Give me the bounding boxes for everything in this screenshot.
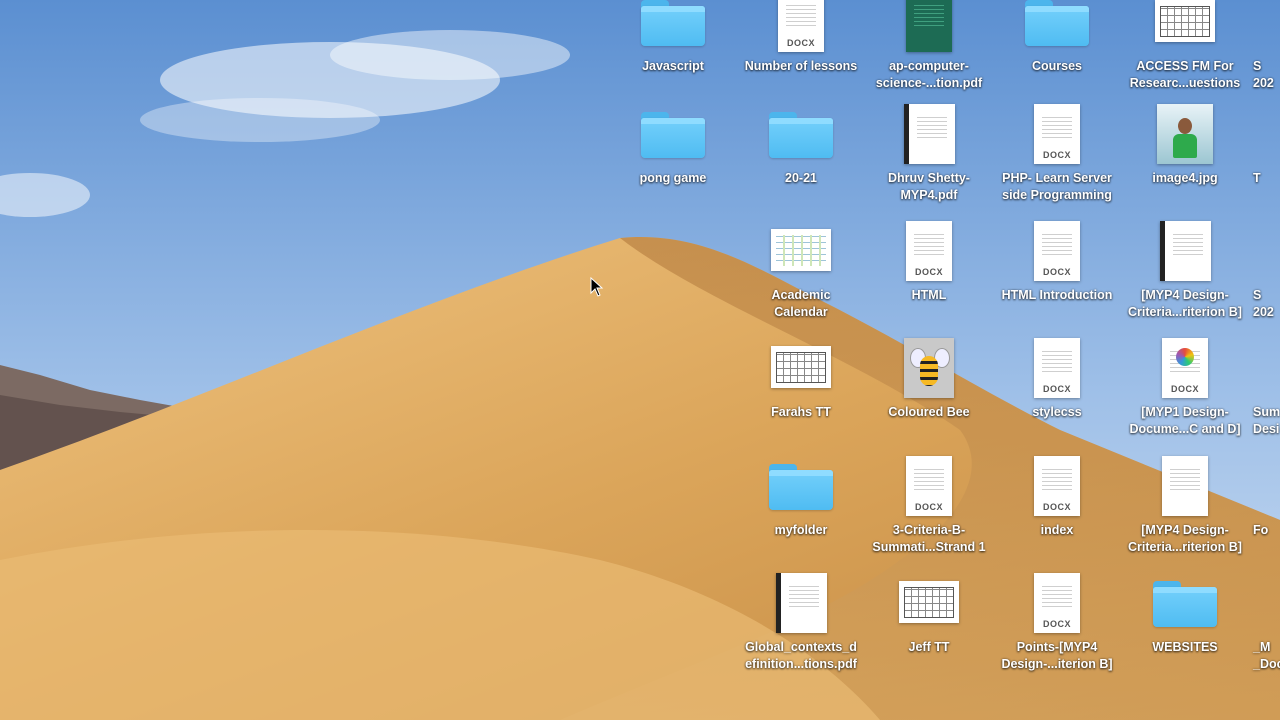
desktop-icon-label: [MYP4 Design- Criteria...riterion B] <box>1128 288 1242 319</box>
desktop-icon-label: T <box>1253 171 1261 185</box>
desktop-icon-label: Jeff TT <box>908 640 950 654</box>
partial-file-icon <box>1249 217 1280 281</box>
desktop-icon-label: Javascript <box>642 59 704 73</box>
docx-file-icon: DOCX <box>993 334 1121 398</box>
desktop-icon[interactable]: _M _Doc <box>1249 569 1280 673</box>
folder-icon <box>993 0 1121 52</box>
desktop-icon[interactable]: DOCX Points-[MYP4 Design-...iterion B] <box>993 569 1121 673</box>
desktop-icon-label: Farahs TT <box>771 405 831 419</box>
desktop-icon-label: Number of lessons <box>744 59 858 73</box>
desktop-icon-label: HTML Introduction <box>1001 288 1113 302</box>
desktop-icon[interactable]: Coloured Bee <box>865 334 993 421</box>
partial-file-icon <box>1249 569 1280 633</box>
docx-file-icon: DOCX <box>865 452 993 516</box>
desktop-icon[interactable]: 20-21 <box>737 100 865 187</box>
desktop-icon-label: index <box>1040 523 1074 537</box>
desktop-icon[interactable]: ACCESS FM For Researc...uestions <box>1121 0 1249 92</box>
partial-file-icon <box>1249 334 1280 398</box>
desktop-icon[interactable]: myfolder <box>737 452 865 539</box>
desktop-icon[interactable]: S 202 <box>1249 0 1280 92</box>
desktop-icon[interactable]: DOCX Number of lessons <box>737 0 865 75</box>
desktop-icon-label: Academic Calendar <box>771 288 831 319</box>
desktop-icon-label: Sum Desi <box>1253 405 1280 436</box>
desktop-icon[interactable]: Courses <box>993 0 1121 75</box>
desktop-icon[interactable]: Fo <box>1249 452 1280 539</box>
desktop-icon-label: pong game <box>639 171 707 185</box>
desktop-icon[interactable]: pong game <box>609 100 737 187</box>
desktop-icon-label: ACCESS FM For Researc...uestions <box>1129 59 1241 90</box>
docx-file-icon: DOCX <box>993 217 1121 281</box>
calendar-thumbnail-icon <box>737 217 865 281</box>
folder-icon <box>609 100 737 164</box>
desktop-icon[interactable]: Dhruv Shetty- MYP4.pdf <box>865 100 993 204</box>
folder-icon <box>1121 569 1249 633</box>
desktop-icon[interactable]: DOCX stylecss <box>993 334 1121 421</box>
docx-file-icon: DOCX <box>865 217 993 281</box>
desktop-icon[interactable]: Jeff TT <box>865 569 993 656</box>
desktop-icon-label: Points-[MYP4 Design-...iterion B] <box>1001 640 1113 671</box>
desktop-icon-label: PHP- Learn Server side Programming <box>1002 171 1112 202</box>
desktop-icon-label: image4.jpg <box>1152 171 1218 185</box>
docx-file-icon: DOCX <box>1121 334 1249 398</box>
desktop-icon-label: Courses <box>1031 59 1083 73</box>
partial-file-icon <box>1249 100 1280 164</box>
pdf-file-icon <box>737 569 865 633</box>
desktop-icon-label: myfolder <box>774 523 828 537</box>
desktop-icon-label: 3-Criteria-B- Summati...Strand 1 <box>872 523 986 554</box>
docx-file-icon: DOCX <box>993 569 1121 633</box>
desktop-icon-label: Dhruv Shetty- MYP4.pdf <box>888 171 970 202</box>
desktop-icon-label: HTML <box>911 288 947 302</box>
document-file-icon <box>1121 452 1249 516</box>
mouse-pointer-icon <box>590 277 604 297</box>
document-thumbnail-icon <box>1121 0 1249 52</box>
desktop-icon[interactable]: WEBSITES <box>1121 569 1249 656</box>
desktop-icon-label: [MYP4 Design- Criteria...riterion B] <box>1128 523 1242 554</box>
folder-icon <box>737 452 865 516</box>
desktop-icon[interactable]: [MYP4 Design- Criteria...riterion B] <box>1121 217 1249 321</box>
desktop-icon-label: ap-computer- science-...tion.pdf <box>875 59 983 90</box>
pdf-file-icon <box>1121 217 1249 281</box>
desktop-icon-label: WEBSITES <box>1152 640 1218 654</box>
desktop-icon[interactable]: DOCX 3-Criteria-B- Summati...Strand 1 <box>865 452 993 556</box>
desktop-icon-label: _M _Doc <box>1253 640 1280 671</box>
desktop-icon[interactable]: T <box>1249 100 1280 187</box>
desktop-icon-label: Coloured Bee <box>888 405 970 419</box>
docx-file-icon: DOCX <box>993 100 1121 164</box>
pdf-file-icon <box>865 0 993 52</box>
desktop-icon-label: Fo <box>1253 523 1269 537</box>
partial-file-icon <box>1249 0 1280 52</box>
desktop-icon-label: [MYP1 Design- Docume...C and D] <box>1129 405 1241 436</box>
image-file-icon <box>1121 100 1249 164</box>
desktop-icon-label: 20-21 <box>785 171 817 185</box>
desktop-icon[interactable]: [MYP4 Design- Criteria...riterion B] <box>1121 452 1249 556</box>
docx-file-icon: DOCX <box>737 0 865 52</box>
bee-image-icon <box>865 334 993 398</box>
timetable-thumbnail-icon <box>737 334 865 398</box>
desktop-icon[interactable]: DOCX HTML <box>865 217 993 304</box>
docx-file-icon: DOCX <box>993 452 1121 516</box>
desktop-icon[interactable]: DOCX HTML Introduction <box>993 217 1121 304</box>
desktop-icon-label: S 202 <box>1253 288 1274 319</box>
desktop-icon-label: S 202 <box>1253 59 1274 90</box>
timetable-thumbnail-icon <box>865 569 993 633</box>
desktop-icon[interactable]: Javascript <box>609 0 737 75</box>
desktop-icon[interactable]: ap-computer- science-...tion.pdf <box>865 0 993 92</box>
folder-icon <box>737 100 865 164</box>
desktop-icon[interactable]: Farahs TT <box>737 334 865 421</box>
desktop-icon[interactable]: image4.jpg <box>1121 100 1249 187</box>
desktop-icon-label: stylecss <box>1032 405 1082 419</box>
desktop-icon[interactable]: Sum Desi <box>1249 334 1280 438</box>
folder-icon <box>609 0 737 52</box>
desktop-icon[interactable]: DOCX PHP- Learn Server side Programming <box>993 100 1121 204</box>
desktop-icon[interactable]: DOCX [MYP1 Design- Docume...C and D] <box>1121 334 1249 438</box>
desktop-icon[interactable]: S 202 <box>1249 217 1280 321</box>
partial-file-icon <box>1249 452 1280 516</box>
desktop-icon[interactable]: Global_contexts_d efinition...tions.pdf <box>737 569 865 673</box>
desktop-icon[interactable]: Academic Calendar <box>737 217 865 321</box>
pdf-file-icon <box>865 100 993 164</box>
desktop-icon-label: Global_contexts_d efinition...tions.pdf <box>745 640 857 671</box>
desktop-icon[interactable]: DOCX index <box>993 452 1121 539</box>
